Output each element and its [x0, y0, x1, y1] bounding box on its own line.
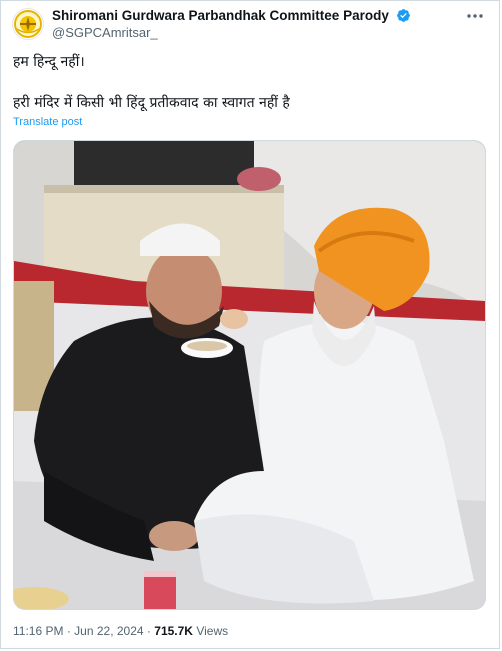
author-handle[interactable]: @SGPCAmritsar_: [52, 24, 411, 41]
views-count: 715.7K: [154, 624, 193, 638]
author-names: Shiromani Gurdwara Parbandhak Committee …: [52, 7, 411, 41]
more-options-icon[interactable]: [463, 7, 487, 25]
post-text-line-1: हम हिन्दू नहीं।: [13, 54, 85, 70]
translate-post-link[interactable]: Translate post: [13, 115, 82, 129]
post-image[interactable]: [13, 140, 486, 610]
meta-separator: ·: [66, 624, 71, 638]
author-display-name[interactable]: Shiromani Gurdwara Parbandhak Committee …: [52, 8, 389, 23]
post-time[interactable]: 11:16 PM: [13, 624, 63, 638]
sgpc-emblem-icon: [14, 10, 42, 38]
tweet-header: Shiromani Gurdwara Parbandhak Committee …: [12, 7, 487, 41]
avatar[interactable]: [12, 8, 44, 40]
verified-badge-icon[interactable]: [396, 8, 411, 23]
post-date[interactable]: Jun 22, 2024: [74, 624, 143, 638]
views-label: Views: [196, 624, 229, 638]
post-metadata: 11:16 PM · Jun 22, 2024 · 715.7K Views: [13, 624, 228, 639]
photo-icon: [14, 141, 485, 609]
post-text-line-2: हरी मंदिर में किसी भी हिंदू प्रतीकवाद का…: [13, 95, 290, 111]
meta-separator: ·: [146, 624, 151, 638]
tweet-card: Shiromani Gurdwara Parbandhak Committee …: [0, 0, 500, 649]
